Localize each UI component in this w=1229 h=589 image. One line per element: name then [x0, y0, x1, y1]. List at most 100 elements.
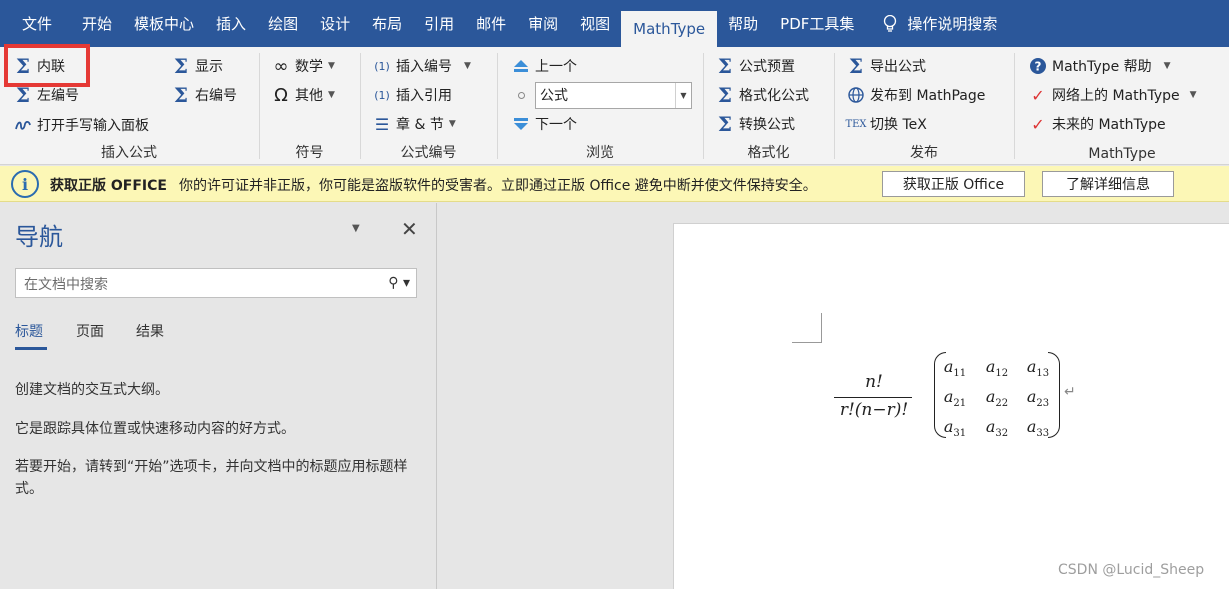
- nav-tab-headings[interactable]: 标题: [15, 321, 43, 341]
- matrix-cell: a11: [943, 357, 967, 380]
- previous-button[interactable]: 上一个: [512, 54, 577, 78]
- other-symbols-dropdown[interactable]: Ω 其他 ▼: [272, 83, 335, 107]
- other-symbols-label: 其他: [295, 88, 323, 104]
- chevron-down-icon: ▼: [464, 61, 471, 71]
- ribbon-tab-bar: 文件 开始 模板中心 插入 绘图 设计 布局 引用 邮件 审阅 视图 MathT…: [0, 0, 1229, 47]
- mathtype-future-button[interactable]: ✓ 未来的 MathType: [1029, 112, 1166, 136]
- sigma-right-number-icon: Σ: [173, 83, 189, 107]
- toggle-tex-button[interactable]: TEX 切换 TeX: [845, 112, 926, 136]
- group-equation-numbering: (1) 插入编号 ▼ (1) 插入引用 ☰ 章 & 节 ▼ 公式编号: [361, 47, 496, 165]
- search-placeholder: 在文档中搜索: [24, 277, 108, 293]
- browse-radio-dot[interactable]: [518, 92, 525, 99]
- matrix-cell: a22: [985, 387, 1009, 410]
- equation-presets-button[interactable]: Σ 公式预置: [716, 54, 795, 78]
- chevron-down-icon: ▼: [1189, 90, 1197, 100]
- tab-review[interactable]: 审阅: [517, 0, 569, 47]
- tab-template-center[interactable]: 模板中心: [123, 0, 205, 47]
- math-symbols-label: 数学: [295, 59, 323, 75]
- convert-equations-button[interactable]: Σ 转换公式: [716, 112, 795, 136]
- mathtype-help-button[interactable]: ? MathType 帮助 ▼: [1029, 54, 1171, 78]
- export-equations-button[interactable]: Σ 导出公式: [847, 54, 926, 78]
- publish-mathpage-button[interactable]: 发布到 MathPage: [847, 83, 985, 107]
- red-highlight-box: [4, 44, 90, 87]
- tab-design[interactable]: 设计: [309, 0, 361, 47]
- browse-target-combo[interactable]: 公式 ▼: [535, 82, 692, 109]
- info-message: 你的许可证并非正版，你可能是盗版软件的受害者。立即通过正版 Office 避免中…: [179, 178, 817, 194]
- info-title: 获取正版 OFFICE: [50, 178, 167, 194]
- insert-reference-button[interactable]: (1) 插入引用: [373, 83, 452, 107]
- tab-pdf-tools[interactable]: PDF工具集: [769, 0, 865, 47]
- tab-file[interactable]: 文件: [0, 0, 71, 47]
- search-icon[interactable]: ⚲ ▾: [388, 275, 410, 291]
- group-label-insert-formula: 插入公式: [101, 145, 157, 161]
- nav-title: 导航: [15, 223, 63, 251]
- format-equations-label: 格式化公式: [739, 88, 809, 104]
- group-mathtype: ? MathType 帮助 ▼ ✓ 网络上的 MathType ▼ ✓ 未来的 …: [1015, 47, 1229, 165]
- globe-icon: [847, 86, 865, 104]
- chapter-section-label: 章 & 节: [396, 117, 444, 133]
- number-insert-icon: (1): [374, 59, 390, 73]
- reference-icon: (1): [374, 88, 390, 102]
- math-symbols-dropdown[interactable]: ∞ 数学 ▼: [272, 54, 335, 78]
- nav-tab-results[interactable]: 结果: [136, 321, 164, 341]
- matrix-cell: a31: [943, 417, 967, 440]
- chevron-down-icon[interactable]: ▼: [675, 83, 691, 108]
- matrix-cell: a13: [1026, 357, 1050, 380]
- group-label-browse: 浏览: [586, 145, 614, 161]
- sigma-left-number-icon: Σ: [15, 83, 31, 107]
- right-number-button[interactable]: Σ 右编号: [172, 83, 237, 107]
- tab-help[interactable]: 帮助: [717, 0, 769, 47]
- page-margin-corner: [792, 313, 822, 343]
- insert-number-label: 插入编号: [396, 59, 452, 75]
- document-search-input[interactable]: 在文档中搜索 ⚲ ▾: [15, 268, 417, 298]
- mathtype-future-label: 未来的 MathType: [1052, 117, 1166, 133]
- format-equations-icon: Σ: [717, 83, 733, 107]
- group-label-mathtype: MathType: [1088, 146, 1156, 162]
- list-icon: ☰: [374, 114, 390, 134]
- group-label-format: 格式化: [747, 145, 790, 161]
- tab-home[interactable]: 开始: [71, 0, 123, 47]
- group-label-publish: 发布: [910, 145, 938, 161]
- learn-more-button[interactable]: 了解详细信息: [1042, 171, 1174, 197]
- next-button[interactable]: 下一个: [512, 112, 577, 136]
- tab-draw[interactable]: 绘图: [257, 0, 309, 47]
- fraction-denominator: r!(n−r)!: [839, 400, 909, 420]
- group-label-symbols: 符号: [295, 145, 324, 161]
- presets-icon: Σ: [717, 54, 733, 78]
- nav-hint-2: 它是跟踪具体位置或快速移动内容的好方式。: [15, 421, 295, 437]
- nav-hint-1: 创建文档的交互式大纲。: [15, 382, 169, 398]
- mathtype-online-button[interactable]: ✓ 网络上的 MathType ▼: [1029, 83, 1197, 107]
- nav-tab-pages[interactable]: 页面: [76, 321, 104, 341]
- tab-mathtype[interactable]: MathType: [621, 11, 718, 47]
- arrow-up-icon: [512, 57, 530, 75]
- group-symbols: ∞ 数学 ▼ Ω 其他 ▼ 符号: [260, 47, 359, 165]
- arrow-down-icon: [512, 115, 530, 133]
- right-number-label: 右编号: [195, 88, 237, 104]
- get-genuine-office-button[interactable]: 获取正版 Office: [882, 171, 1025, 197]
- tab-view[interactable]: 视图: [569, 0, 621, 47]
- close-icon[interactable]: ✕: [401, 217, 418, 241]
- tab-layout[interactable]: 布局: [361, 0, 413, 47]
- next-label: 下一个: [535, 117, 577, 133]
- matrix-cell: a33: [1026, 417, 1050, 440]
- display-label: 显示: [195, 59, 223, 75]
- omega-icon: Ω: [274, 84, 288, 106]
- export-label: 导出公式: [870, 59, 926, 75]
- presets-label: 公式预置: [739, 59, 795, 75]
- chevron-down-icon[interactable]: ▼: [352, 223, 360, 234]
- tab-references[interactable]: 引用: [413, 0, 465, 47]
- convert-equations-icon: Σ: [717, 112, 733, 136]
- display-button[interactable]: Σ 显示: [172, 54, 223, 78]
- handwriting-button[interactable]: 打开手写输入面板: [14, 113, 149, 137]
- tell-me-search[interactable]: 操作说明搜索: [865, 0, 1008, 47]
- matrix-cell: a21: [943, 387, 967, 410]
- tab-mailings[interactable]: 邮件: [465, 0, 517, 47]
- insert-number-button[interactable]: (1) 插入编号 ▼: [373, 54, 471, 78]
- matrix-cell: a12: [985, 357, 1009, 380]
- infinity-icon: ∞: [273, 55, 289, 77]
- chapter-section-dropdown[interactable]: ☰ 章 & 节 ▼: [373, 112, 456, 136]
- tab-insert[interactable]: 插入: [205, 0, 257, 47]
- format-equations-button[interactable]: Σ 格式化公式: [716, 83, 809, 107]
- mathtype-help-label: MathType 帮助: [1052, 59, 1152, 75]
- fraction-numerator: n!: [865, 372, 883, 392]
